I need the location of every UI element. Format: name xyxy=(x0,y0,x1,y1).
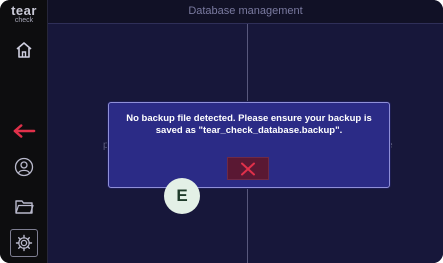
home-icon[interactable] xyxy=(12,38,36,62)
logo-line1: tear xyxy=(11,3,37,18)
alert-dialog: No backup file detected. Please ensure y… xyxy=(108,102,390,188)
device-frame: tear check Database management p No back… xyxy=(0,0,443,263)
back-arrow-icon[interactable] xyxy=(12,119,36,143)
app-logo: tear check xyxy=(6,4,42,24)
logo-line2: check xyxy=(14,17,34,24)
user-icon[interactable] xyxy=(12,155,36,179)
dialog-message: No backup file detected. Please ensure y… xyxy=(126,113,372,136)
page-title: Database management xyxy=(48,0,443,24)
close-button[interactable] xyxy=(227,157,269,180)
sidebar: tear check xyxy=(0,0,48,263)
annotation-marker: E xyxy=(164,178,200,214)
folder-icon[interactable] xyxy=(12,194,36,218)
settings-icon[interactable] xyxy=(10,229,38,257)
close-icon xyxy=(241,162,255,175)
